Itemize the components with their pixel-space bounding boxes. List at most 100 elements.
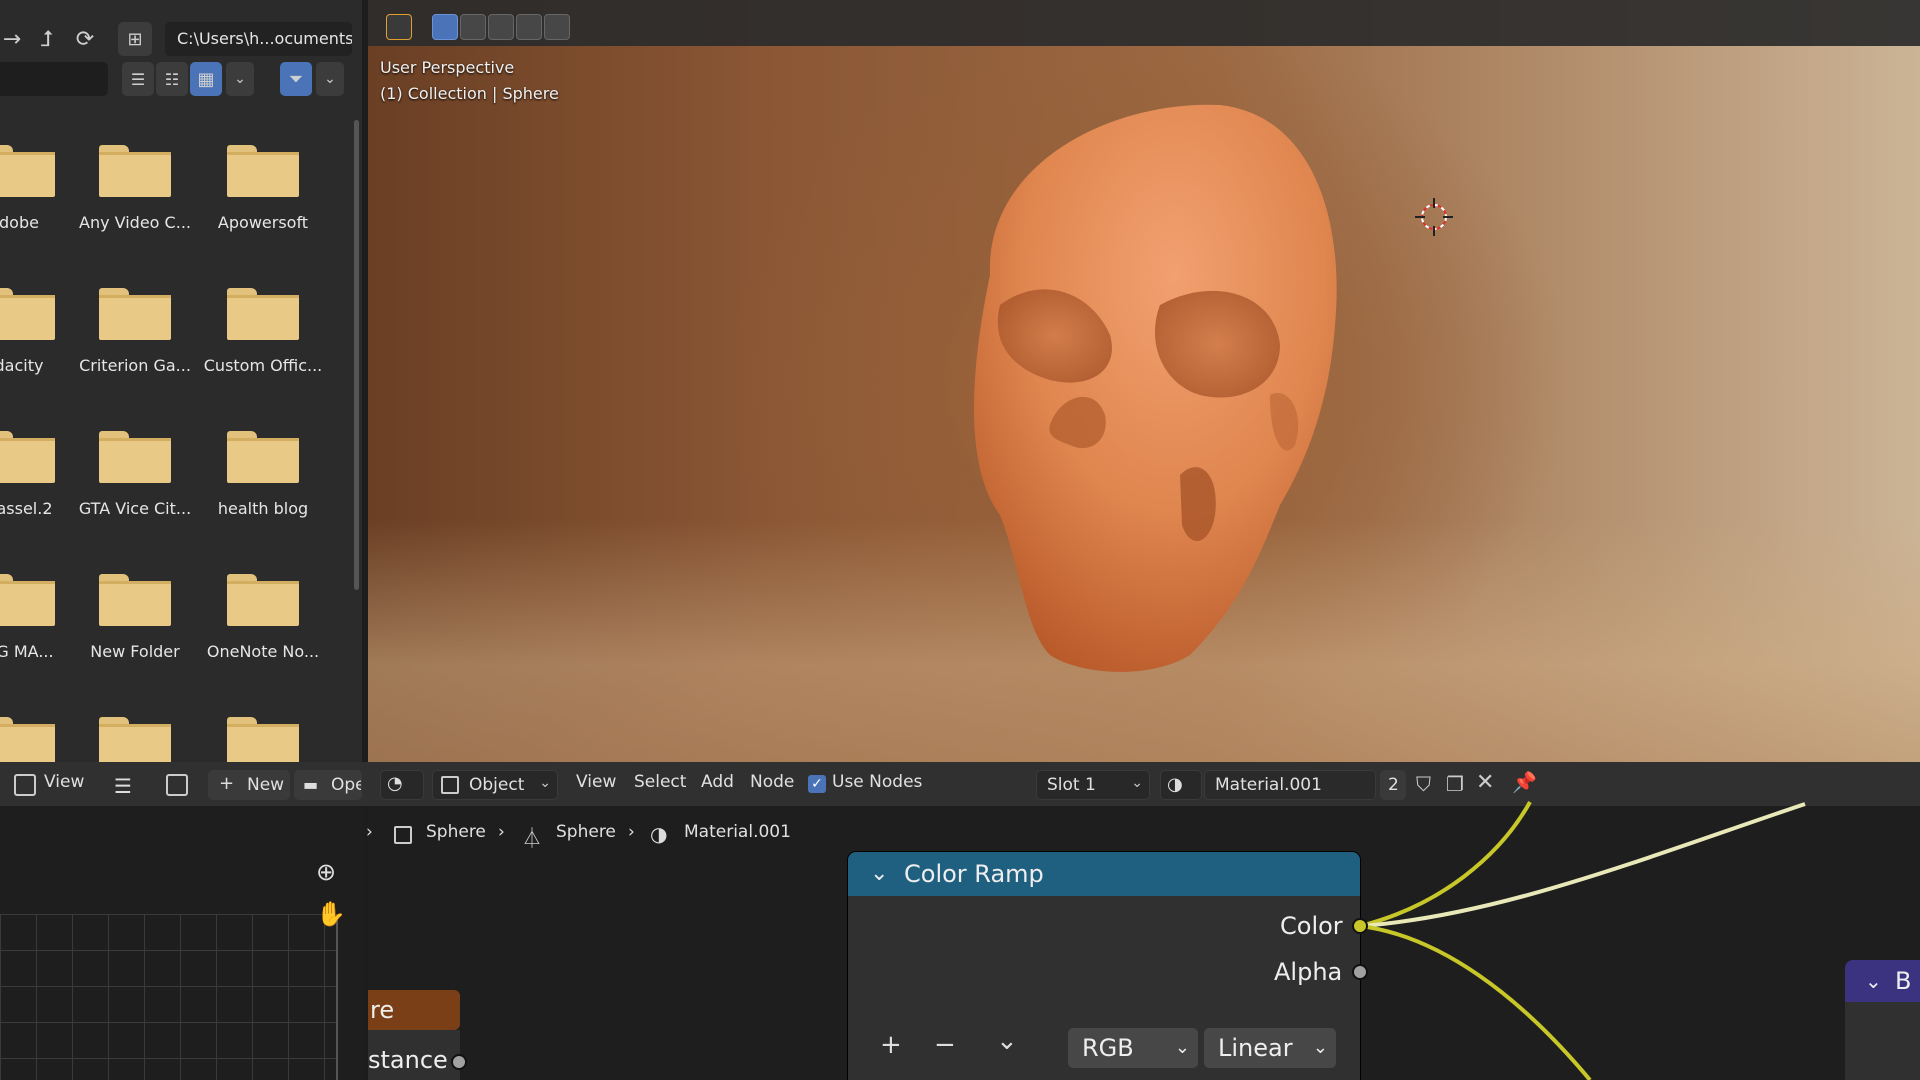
folder-item[interactable]: Bassel.2	[0, 431, 82, 518]
display-list-vertical-button[interactable]: ☰	[122, 62, 154, 96]
3d-cursor-icon	[1415, 198, 1453, 236]
zoom-icon[interactable]: ⊕	[316, 858, 336, 886]
select-box-subtract-button[interactable]	[488, 14, 514, 40]
color-output-socket[interactable]	[1352, 918, 1368, 934]
folder-item[interactable]: Any Video C...	[72, 145, 198, 232]
folder-label: New Folder	[90, 642, 180, 661]
breadcrumb-chevron: ›	[498, 822, 505, 842]
folder-icon	[0, 431, 55, 483]
folder-label: dobe	[0, 213, 39, 232]
folder-icon	[99, 145, 171, 197]
object-type-dropdown[interactable]: Object ⌄	[432, 770, 558, 800]
open-image-label: Ope	[331, 775, 361, 795]
interpolation-select[interactable]: Linear ⌄	[1204, 1028, 1336, 1068]
remove-stop-button[interactable]: −	[934, 1030, 956, 1060]
display-thumbnails-button[interactable]: ▦	[190, 62, 222, 96]
folder-item[interactable]: dobe	[0, 145, 82, 232]
folder-icon	[99, 717, 171, 762]
folder-add-icon: ⊞	[127, 28, 143, 50]
display-mode-dropdown[interactable]: ⌄	[226, 62, 254, 96]
breadcrumb-material: Material.001	[684, 822, 791, 842]
folder-item[interactable]: Criterion Ga...	[72, 288, 198, 375]
folder-label: Criterion Ga...	[79, 356, 191, 375]
folder-icon	[227, 431, 299, 483]
use-nodes-checkbox[interactable]: ✓	[808, 775, 826, 793]
folder-item[interactable]: dacity	[0, 288, 82, 375]
select-tool-button[interactable]	[386, 14, 412, 40]
add-stop-button[interactable]: +	[880, 1030, 902, 1060]
partial-node-left[interactable]: re	[368, 990, 460, 1030]
folder-item[interactable]: New Folder	[72, 574, 198, 661]
material-sphere-icon: ◑	[1167, 774, 1183, 795]
menu-node[interactable]: Node	[750, 772, 794, 792]
menu-view[interactable]: View	[576, 772, 616, 792]
folder-icon	[99, 574, 171, 626]
hamburger-menu-icon[interactable]: ☰	[114, 774, 132, 798]
file-browser-scrollbar[interactable]	[354, 120, 359, 590]
ramp-options-dropdown[interactable]: ⌄	[996, 1026, 1018, 1056]
folder-item[interactable]: GTA Vice Cit...	[72, 431, 198, 518]
breadcrumb-chevron: ›	[366, 822, 373, 842]
filter-toggle-button[interactable]: ⏷	[280, 62, 312, 96]
material-name: Material.001	[1215, 775, 1322, 795]
alpha-output-label: Alpha	[1274, 958, 1343, 986]
color-output-label: Color	[1280, 912, 1343, 940]
folder-item[interactable]: Apowersoft	[200, 145, 326, 232]
partial-node-right[interactable]: ⌄ B	[1845, 960, 1920, 1002]
menu-add[interactable]: Add	[701, 772, 734, 792]
folder-item[interactable]	[0, 717, 82, 762]
parent-directory-button[interactable]: ⮥	[32, 22, 62, 56]
folder-open-icon: ▬	[303, 775, 319, 794]
path-field[interactable]: C:\Users\h...ocuments\	[165, 22, 352, 56]
material-slot-dropdown[interactable]: Slot 1 ⌄	[1036, 770, 1150, 800]
collapse-chevron-icon[interactable]: ⌄	[1865, 960, 1882, 1002]
viewport-perspective-label: User Perspective	[380, 58, 515, 77]
select-box-invert-button[interactable]	[516, 14, 542, 40]
select-box-new-button[interactable]	[432, 14, 458, 40]
collapse-chevron-icon[interactable]: ⌄	[870, 852, 888, 896]
color-mode-select[interactable]: RGB ⌄	[1068, 1028, 1198, 1068]
viewport-header	[368, 0, 1920, 46]
color-ramp-node-header[interactable]: ⌄ Color Ramp	[848, 852, 1360, 896]
breadcrumb-object: Sphere	[426, 822, 486, 842]
new-image-button[interactable]: + New	[208, 770, 290, 800]
unlink-material-icon[interactable]: ✕	[1476, 770, 1494, 795]
skull-model	[973, 104, 1337, 672]
pin-icon[interactable]: 📌	[1512, 770, 1537, 794]
use-nodes-label: Use Nodes	[832, 772, 923, 792]
alpha-output-socket[interactable]	[1352, 964, 1368, 980]
folder-icon	[227, 145, 299, 197]
display-list-horizontal-button[interactable]: ☷	[156, 62, 188, 96]
select-box-intersect-button[interactable]	[544, 14, 570, 40]
folder-item[interactable]	[200, 717, 326, 762]
folder-item[interactable]	[72, 717, 198, 762]
pan-hand-icon[interactable]: ✋	[316, 900, 346, 928]
folder-item[interactable]: health blog	[200, 431, 326, 518]
editor-type-icon[interactable]	[14, 774, 36, 796]
folder-label: NG MA...	[0, 642, 54, 661]
folder-item[interactable]: NG MA...	[0, 574, 82, 661]
viewport-collection-label: (1) Collection | Sphere	[380, 84, 559, 103]
folder-item[interactable]: Custom Offic...	[200, 288, 326, 375]
forward-button[interactable]: →	[0, 22, 24, 56]
refresh-button[interactable]: ⟳	[70, 22, 100, 56]
open-image-button[interactable]: ▬ Ope	[294, 770, 362, 800]
duplicate-material-icon[interactable]: ❐	[1446, 772, 1464, 796]
view-menu-left[interactable]: View	[44, 772, 84, 792]
new-directory-button[interactable]: ⊞	[118, 22, 152, 56]
folder-icon	[227, 288, 299, 340]
folder-label: health blog	[217, 499, 309, 518]
fake-user-shield-icon[interactable]: ⛉	[1416, 772, 1431, 796]
filename-filter-input[interactable]	[0, 62, 108, 96]
folder-label: GTA Vice Cit...	[78, 499, 192, 518]
filter-options-dropdown[interactable]: ⌄	[316, 62, 344, 96]
menu-select[interactable]: Select	[634, 772, 686, 792]
plus-icon: +	[219, 773, 235, 794]
distance-socket[interactable]	[451, 1054, 467, 1070]
editor-type-dropdown[interactable]: ◔	[380, 770, 424, 800]
folder-item[interactable]: OneNote No...	[200, 574, 326, 661]
image-browse-icon[interactable]	[166, 774, 188, 796]
material-browse-dropdown[interactable]: ◑	[1160, 770, 1202, 800]
select-box-extend-button[interactable]	[460, 14, 486, 40]
breadcrumb-mesh: Sphere	[556, 822, 616, 842]
